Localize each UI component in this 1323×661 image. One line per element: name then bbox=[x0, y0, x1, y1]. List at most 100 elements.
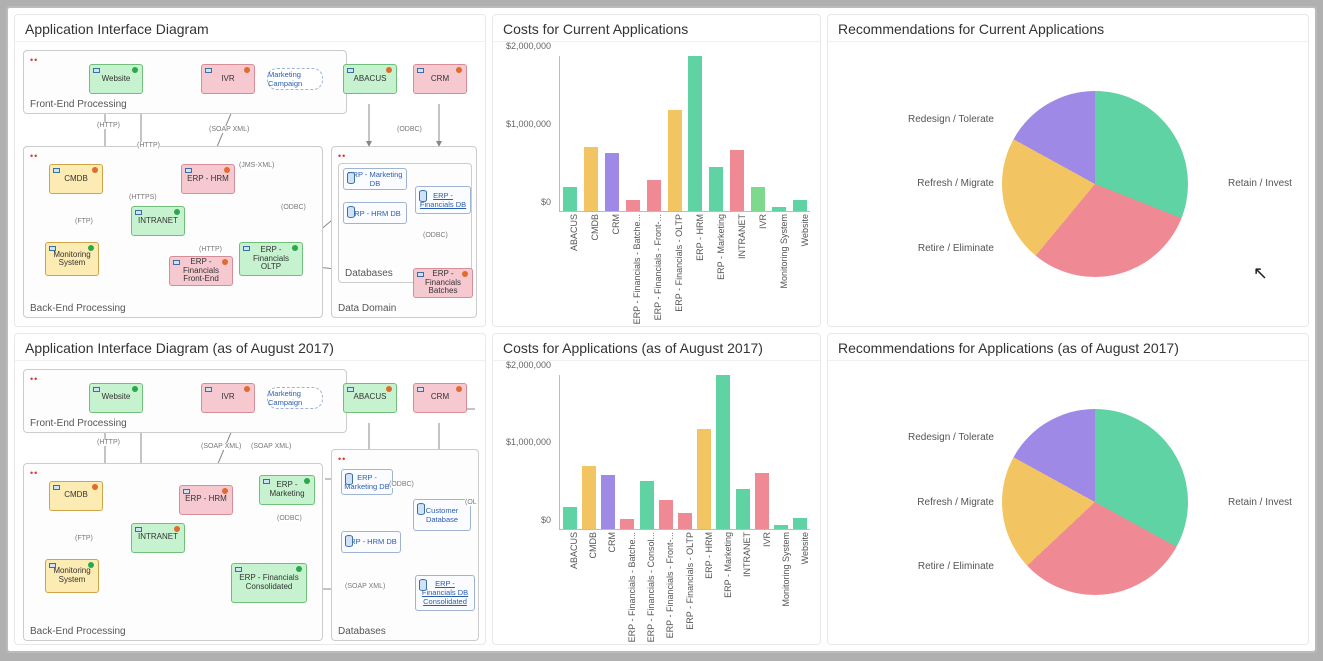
node-cmdb[interactable]: CMDB bbox=[49, 164, 103, 194]
node-erp-fin-fe[interactable]: ERP - Financials Front-End bbox=[169, 256, 233, 286]
x-axis-label: ABACUS bbox=[569, 214, 579, 251]
node-monitoring[interactable]: Monitoring System bbox=[45, 242, 99, 276]
node-erp-fin-consol[interactable]: ERP - Financials Consolidated bbox=[231, 563, 307, 603]
node-customer-db[interactable]: Customer Database bbox=[413, 499, 471, 531]
pie-legend-redesign: Redesign / Tolerate bbox=[832, 114, 1002, 125]
panel-title: Costs for Applications (as of August 201… bbox=[493, 334, 820, 361]
pie-graphic[interactable] bbox=[1002, 409, 1188, 595]
bar[interactable] bbox=[601, 475, 615, 529]
bar[interactable] bbox=[584, 147, 598, 210]
panel-body[interactable]: •• Front-End Processing •• Back-End Proc… bbox=[15, 42, 485, 326]
node-erp-fin-batches[interactable]: ERP - Financials Batches bbox=[413, 268, 473, 298]
node-erp-hrm[interactable]: ERP - HRM bbox=[179, 485, 233, 515]
node-cmdb[interactable]: CMDB bbox=[49, 481, 103, 511]
panel-title: Costs for Current Applications bbox=[493, 15, 820, 42]
link-label: (SOAP XML) bbox=[345, 583, 385, 590]
bar[interactable] bbox=[605, 153, 619, 210]
bar[interactable] bbox=[774, 525, 788, 529]
x-axis-label: CRM bbox=[607, 532, 617, 553]
link-label: (JMS-XML) bbox=[239, 162, 274, 169]
node-erp-hrm[interactable]: ERP - HRM bbox=[181, 164, 235, 194]
node-ivr[interactable]: IVR bbox=[201, 64, 255, 94]
pie-legend-retire: Retire / Eliminate bbox=[832, 561, 1002, 572]
bar[interactable] bbox=[736, 489, 750, 529]
node-crm[interactable]: CRM bbox=[413, 64, 467, 94]
diagram-canvas-current[interactable]: •• Front-End Processing •• Back-End Proc… bbox=[19, 46, 481, 322]
panel-costs-aug17: Costs for Applications (as of August 201… bbox=[492, 333, 821, 646]
node-abacus[interactable]: ABACUS bbox=[343, 383, 397, 413]
zone-label: Back-End Processing bbox=[30, 303, 126, 314]
bar[interactable] bbox=[668, 110, 682, 210]
diagram-canvas-aug17[interactable]: •• Front-End Processing •• Back-End Proc… bbox=[19, 365, 481, 641]
x-axis-label: ERP - Financials - Batche... bbox=[632, 214, 642, 324]
x-axis-label: ERP - Financials - OLTP bbox=[685, 532, 695, 630]
node-website[interactable]: Website bbox=[89, 383, 143, 413]
x-axis-label: ERP - Marketing bbox=[723, 532, 733, 598]
link-label: (ODBC) bbox=[397, 126, 422, 133]
bar[interactable] bbox=[626, 200, 640, 210]
link-label: (HTTPS) bbox=[129, 194, 157, 201]
zone-label: Back-End Processing bbox=[30, 626, 126, 637]
pie-chart-aug17[interactable]: Redesign / Tolerate Refresh / Migrate Re… bbox=[832, 365, 1304, 641]
node-marketing-campaign[interactable]: Marketing Campaign bbox=[267, 68, 323, 90]
panel-diagram-aug17: Application Interface Diagram (as of Aug… bbox=[14, 333, 486, 646]
x-axis-label: ERP - Financials - Consol... bbox=[646, 532, 656, 642]
node-erp-hrm-db[interactable]: ERP - HRM DB bbox=[343, 202, 407, 224]
bar[interactable] bbox=[582, 466, 596, 529]
node-website[interactable]: Website bbox=[89, 64, 143, 94]
bar-chart-aug17[interactable]: $0$1,000,000$2,000,000ABACUSCMDBCRMERP -… bbox=[497, 365, 816, 641]
node-erp-marketing[interactable]: ERP - Marketing bbox=[259, 475, 315, 505]
node-erp-marketing-db[interactable]: ERP - Marketing DB bbox=[343, 168, 407, 190]
link-label: (SOAP XML) bbox=[251, 443, 291, 450]
bar[interactable] bbox=[620, 519, 634, 529]
bar[interactable] bbox=[716, 375, 730, 530]
node-ivr[interactable]: IVR bbox=[201, 383, 255, 413]
node-marketing-campaign[interactable]: Marketing Campaign bbox=[267, 387, 323, 409]
node-intranet[interactable]: INTRANET bbox=[131, 523, 185, 553]
node-crm[interactable]: CRM bbox=[413, 383, 467, 413]
bar[interactable] bbox=[647, 180, 661, 211]
bar[interactable] bbox=[563, 187, 577, 210]
dashboard: Application Interface Diagram bbox=[6, 6, 1317, 653]
bar[interactable] bbox=[659, 500, 673, 529]
zone-label: Databases bbox=[345, 268, 393, 279]
bar[interactable] bbox=[678, 513, 692, 529]
panel-body[interactable]: •• Front-End Processing •• Back-End Proc… bbox=[15, 361, 485, 645]
bar-chart-current[interactable]: $0$1,000,000$2,000,000ABACUSCMDBCRMERP -… bbox=[497, 46, 816, 322]
node-intranet[interactable]: INTRANET bbox=[131, 206, 185, 236]
x-axis-label: ERP - Financials - Front-... bbox=[653, 214, 663, 320]
link-label: (ODBC) bbox=[277, 515, 302, 522]
node-monitoring[interactable]: Monitoring System bbox=[45, 559, 99, 593]
x-axis-label: ERP - Financials - Front-... bbox=[665, 532, 675, 638]
node-erp-fin-oltp[interactable]: ERP - Financials OLTP bbox=[239, 242, 303, 276]
bar[interactable] bbox=[772, 207, 786, 211]
bar[interactable] bbox=[755, 473, 769, 529]
bar[interactable] bbox=[640, 481, 654, 529]
pie-legend-retain: Retain / Invest bbox=[1228, 497, 1292, 508]
zone-label: Front-End Processing bbox=[30, 418, 127, 429]
node-erp-fin-db-consol[interactable]: ERP - Financials DB Consolidated bbox=[415, 575, 475, 611]
link-label: (SOAP XML) bbox=[201, 443, 241, 450]
bar[interactable] bbox=[709, 167, 723, 210]
pie-graphic[interactable] bbox=[1002, 91, 1188, 277]
x-axis-label: IVR bbox=[762, 532, 772, 547]
node-erp-hrm-db[interactable]: ERP - HRM DB bbox=[341, 531, 401, 553]
node-erp-fin-db[interactable]: ERP - Financials DB bbox=[415, 186, 471, 214]
node-erp-marketing-db[interactable]: ERP - Marketing DB bbox=[341, 469, 393, 495]
pie-legend-retire: Retire / Eliminate bbox=[832, 243, 1002, 254]
bar[interactable] bbox=[793, 518, 807, 529]
bar[interactable] bbox=[697, 429, 711, 529]
bar[interactable] bbox=[793, 200, 807, 211]
node-abacus[interactable]: ABACUS bbox=[343, 64, 397, 94]
panel-title: Recommendations for Current Applications bbox=[828, 15, 1308, 42]
link-label: (ODBC) bbox=[281, 204, 306, 211]
pie-chart-current[interactable]: Redesign / Tolerate Refresh / Migrate Re… bbox=[832, 46, 1304, 322]
x-axis-label: Monitoring System bbox=[781, 532, 791, 607]
pie-legend-retain: Retain / Invest bbox=[1228, 178, 1292, 189]
pie-legend-refresh: Refresh / Migrate bbox=[832, 178, 1002, 189]
x-axis-label: ERP - Financials - Batche... bbox=[627, 532, 637, 642]
bar[interactable] bbox=[751, 187, 765, 210]
bar[interactable] bbox=[730, 150, 744, 210]
bar[interactable] bbox=[563, 507, 577, 529]
bar[interactable] bbox=[688, 56, 702, 211]
